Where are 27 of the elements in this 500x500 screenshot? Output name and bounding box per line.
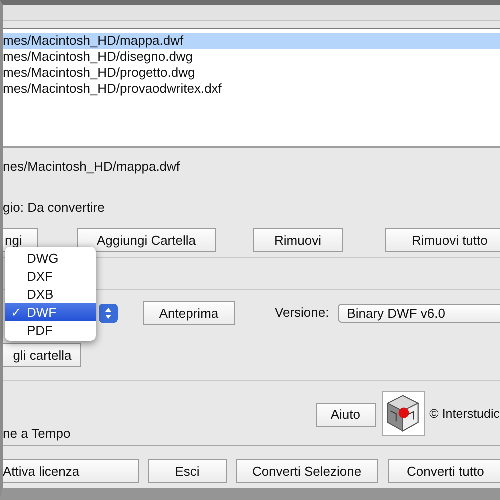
file-row[interactable]: mes/Macintosh_HD/progetto.dwg — [3, 65, 500, 81]
timing-label: ne a Tempo — [3, 426, 71, 442]
menu-item[interactable]: DXB — [5, 285, 96, 303]
convert-all-button[interactable]: Converti tutto — [388, 459, 500, 483]
add-folder-button[interactable]: Aggiungi Cartella — [77, 228, 216, 252]
menu-item[interactable]: DWG — [5, 249, 96, 267]
file-row[interactable]: mes/Macintosh_HD/mappa.dwf — [3, 33, 500, 49]
remove-button[interactable]: Rimuovi — [253, 228, 343, 252]
cube-logo-icon — [382, 391, 425, 436]
preview-button[interactable]: Anteprima — [143, 301, 235, 325]
convert-selection-button[interactable]: Converti Selezione — [236, 459, 378, 483]
file-row[interactable]: mes/Macintosh_HD/disegno.dwg — [3, 49, 500, 65]
version-label: Versione: — [275, 305, 330, 321]
help-button[interactable]: Aiuto — [316, 402, 376, 426]
path-label: nes/Macintosh_HD/mappa.dwf — [3, 159, 182, 175]
file-row[interactable]: mes/Macintosh_HD/provaodwritex.dxf — [3, 81, 500, 97]
menu-item[interactable]: PDF — [5, 321, 96, 339]
menu-item[interactable]: ✓ DWF — [5, 303, 96, 321]
remove-all-button[interactable]: Rimuovi tutto — [385, 228, 500, 252]
menu-item[interactable]: DXF — [5, 267, 96, 285]
copyright-text: © Interstudic — [430, 406, 500, 422]
choose-folder-button[interactable]: gli cartella — [3, 343, 81, 367]
version-select[interactable]: Binary DWF v6.0 — [338, 304, 500, 322]
stepper-icon — [99, 304, 118, 322]
exit-button[interactable]: Esci — [148, 459, 227, 483]
status-label: gio: Da convertire — [3, 200, 106, 216]
activate-license-button[interactable]: Attiva licenza — [3, 459, 139, 483]
